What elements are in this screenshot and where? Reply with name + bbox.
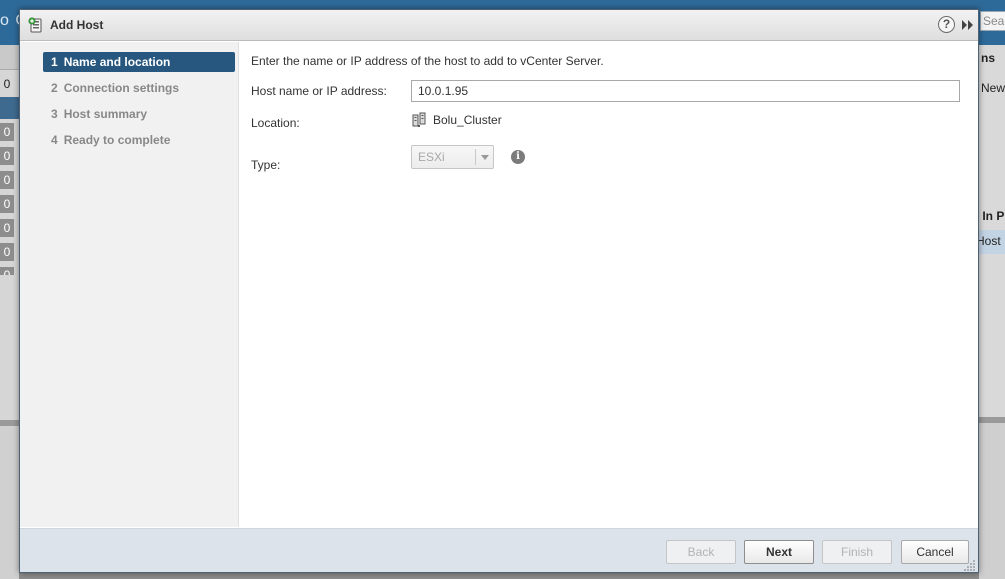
type-selected-value: ESXi	[418, 150, 445, 164]
resize-grip-icon[interactable]	[964, 559, 976, 571]
app-right-row-text: Host	[976, 234, 1001, 248]
wizard-content-pane: Enter the name or IP address of the host…	[240, 42, 978, 527]
next-button[interactable]: Next	[744, 540, 814, 564]
wizard-step-connection-settings[interactable]: 2 Connection settings	[43, 78, 235, 98]
app-right-column-header: : In P	[975, 209, 1005, 223]
add-host-icon	[28, 17, 42, 33]
app-right-header: ns	[981, 51, 996, 65]
dialog-titlebar[interactable]: Add Host ?	[20, 10, 978, 41]
location-value: Bolu_Cluster	[433, 113, 502, 127]
cancel-button[interactable]: Cancel	[901, 540, 969, 564]
app-left-cell: 0	[3, 77, 11, 91]
finish-button[interactable]: Finish	[822, 540, 892, 564]
type-select[interactable]: ESXi	[411, 145, 494, 169]
type-select-separator	[475, 149, 476, 165]
app-left-cell: 0	[0, 195, 14, 213]
host-name-input[interactable]	[411, 80, 960, 102]
app-right-panel: ns New : In P Host	[975, 45, 1005, 579]
app-right-lower-panel	[979, 417, 1005, 579]
app-right-selected-row[interactable]: Host	[976, 230, 1005, 254]
chevron-down-icon	[481, 155, 489, 160]
location-label: Location:	[251, 116, 300, 130]
wizard-step-ready-to-complete[interactable]: 4 Ready to complete	[43, 130, 235, 150]
expand-arrows-icon[interactable]	[961, 18, 975, 32]
wizard-step-host-summary[interactable]: 3 Host summary	[43, 104, 235, 124]
back-button[interactable]: Back	[666, 540, 736, 564]
step-label: Name and location	[63, 55, 171, 69]
app-left-panel: 0 0 0 0 0 0 0 0	[0, 45, 19, 579]
app-left-selected-row	[0, 97, 19, 119]
host-name-label: Host name or IP address:	[251, 84, 387, 98]
app-left-cell: 0	[0, 219, 14, 237]
app-left-cell: 0	[0, 147, 14, 165]
add-host-dialog: Add Host ? 1 Name and location 2 Connectio…	[19, 9, 979, 573]
wizard-steps-pane: 1 Name and location 2 Connection settings …	[20, 42, 239, 527]
step-label: Connection settings	[63, 81, 180, 95]
step-number: 3	[51, 107, 58, 121]
help-icon[interactable]: ?	[938, 16, 955, 33]
info-icon[interactable]: i	[511, 150, 525, 164]
dialog-title: Add Host	[50, 18, 104, 32]
dialog-footer: Back Next Finish Cancel	[20, 528, 978, 572]
app-right-new-link[interactable]: New	[981, 81, 1005, 95]
step-label: Ready to complete	[63, 133, 171, 147]
cluster-icon	[412, 112, 426, 127]
app-search-input[interactable]: Sea	[980, 11, 1005, 31]
app-left-header	[0, 45, 19, 70]
step-number: 4	[51, 133, 58, 147]
step-number: 2	[51, 81, 58, 95]
step-number: 1	[51, 55, 58, 69]
app-left-cell: 0	[0, 171, 14, 189]
app-left-lower-panel	[0, 420, 19, 579]
type-label: Type:	[251, 158, 281, 172]
app-left-cell: 0	[0, 123, 14, 141]
step-label: Host summary	[63, 107, 148, 121]
wizard-step-name-and-location[interactable]: 1 Name and location	[43, 52, 235, 72]
app-left-cell: 0	[0, 267, 14, 275]
app-left-cell: 0	[0, 243, 14, 261]
intro-text: Enter the name or IP address of the host…	[251, 54, 604, 68]
